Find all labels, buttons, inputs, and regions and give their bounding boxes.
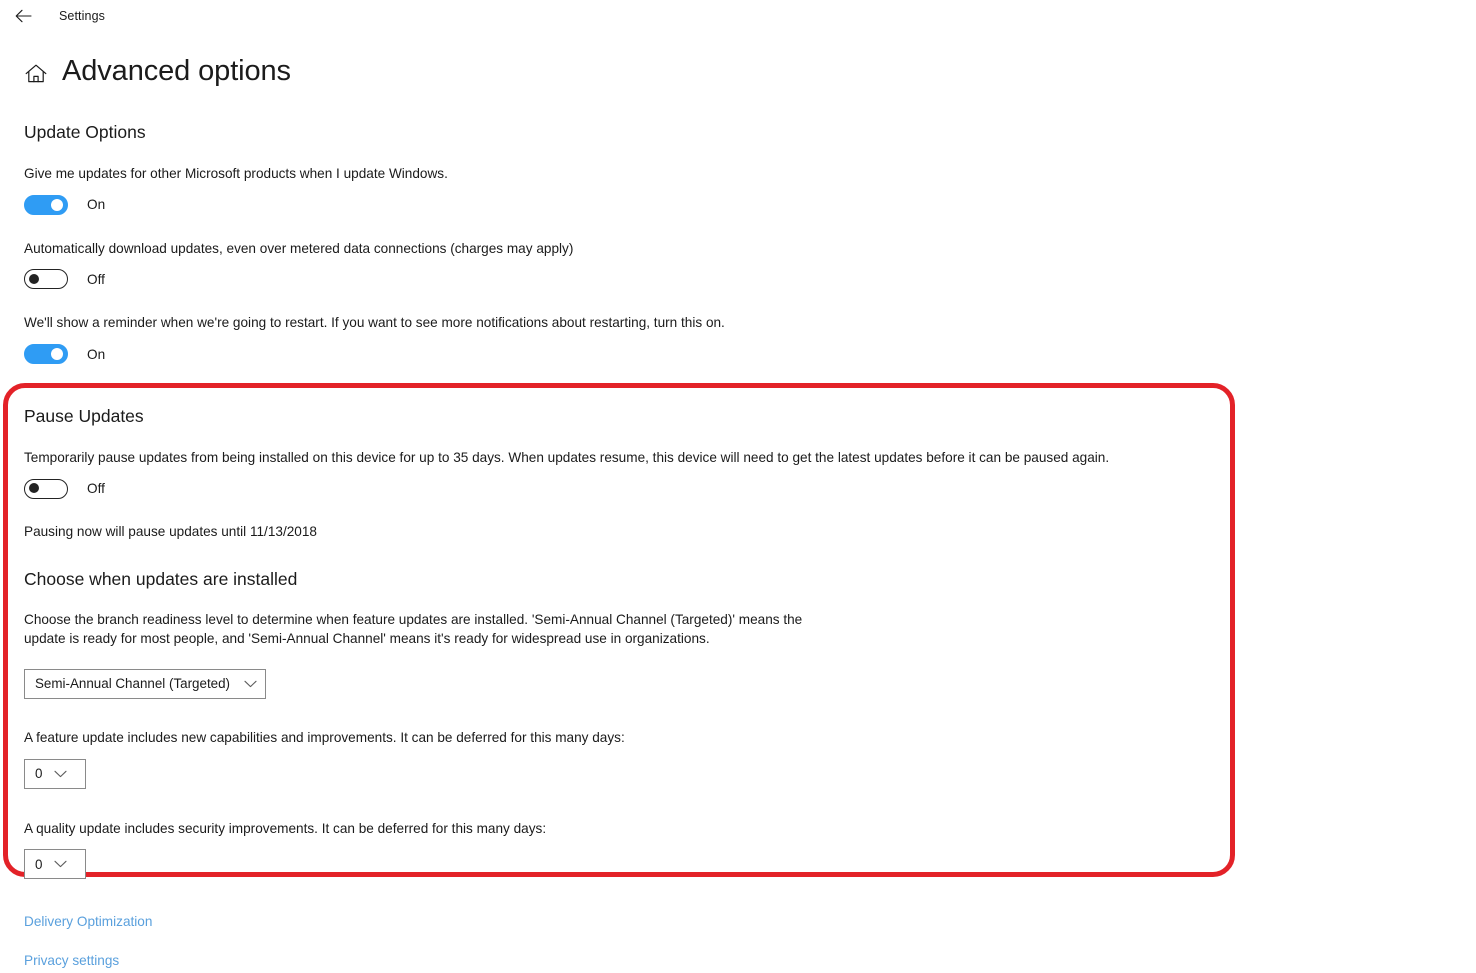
chevron-down-icon xyxy=(54,770,68,778)
chevron-down-icon xyxy=(54,860,68,868)
page-title: Advanced options xyxy=(62,54,291,87)
toggle-row-restart-reminder: On xyxy=(24,344,1476,365)
choose-when-heading: Choose when updates are installed xyxy=(24,568,298,589)
update-option-row: Automatically download updates, even ove… xyxy=(0,239,1476,290)
toggle-state-label: On xyxy=(87,346,106,362)
toggle-pause-updates[interactable] xyxy=(24,478,68,499)
link-privacy-settings[interactable]: Privacy settings xyxy=(24,953,119,968)
toggle-state-label: Off xyxy=(87,271,105,287)
toggle-row-microsoft-products: On xyxy=(24,194,1476,215)
link-delivery-optimization[interactable]: Delivery Optimization xyxy=(24,914,152,929)
update-options-heading: Update Options xyxy=(24,122,146,142)
pause-updates-description: Temporarily pause updates from being ins… xyxy=(24,450,1110,466)
branch-readiness-value: Semi-Annual Channel (Targeted) xyxy=(35,676,231,692)
toggle-state-label: Off xyxy=(87,481,105,497)
title-bar: Settings xyxy=(0,0,1476,32)
quality-update-description: A quality update includes security impro… xyxy=(24,820,547,836)
back-button[interactable] xyxy=(0,0,46,32)
toggle-restart-reminder[interactable] xyxy=(24,344,68,365)
pause-until-note: Pausing now will pause updates until 11/… xyxy=(24,523,317,539)
home-icon[interactable] xyxy=(22,57,50,85)
toggle-state-label: On xyxy=(87,197,106,213)
pause-updates-heading: Pause Updates xyxy=(24,406,144,427)
toggle-microsoft-products[interactable] xyxy=(24,194,68,215)
app-title: Settings xyxy=(59,9,105,23)
update-option-row: We'll show a reminder when we're going t… xyxy=(0,313,1476,365)
toggle-row-pause-updates: Off xyxy=(24,478,1476,499)
settings-content: Update Options Give me updates for other… xyxy=(0,112,1476,968)
page-header: Advanced options xyxy=(22,48,291,94)
update-option-description: Give me updates for other Microsoft prod… xyxy=(24,166,448,181)
chevron-down-icon xyxy=(244,680,257,688)
feature-update-description: A feature update includes new capabiliti… xyxy=(24,729,625,745)
feature-update-deferral-value: 0 xyxy=(35,766,43,782)
update-option-description: Automatically download updates, even ove… xyxy=(24,240,574,256)
choose-when-description: Choose the branch readiness level to det… xyxy=(24,611,803,647)
update-option-description: We'll show a reminder when we're going t… xyxy=(24,315,725,331)
toggle-row-metered-download: Off xyxy=(24,269,1476,290)
feature-update-deferral-dropdown[interactable]: 0 xyxy=(24,758,86,789)
back-arrow-icon xyxy=(15,9,32,23)
quality-update-deferral-value: 0 xyxy=(35,856,43,872)
toggle-metered-download[interactable] xyxy=(24,269,68,290)
update-option-row: Give me updates for other Microsoft prod… xyxy=(0,164,1476,215)
quality-update-deferral-dropdown[interactable]: 0 xyxy=(24,849,86,880)
branch-readiness-dropdown[interactable]: Semi-Annual Channel (Targeted) xyxy=(24,668,267,699)
